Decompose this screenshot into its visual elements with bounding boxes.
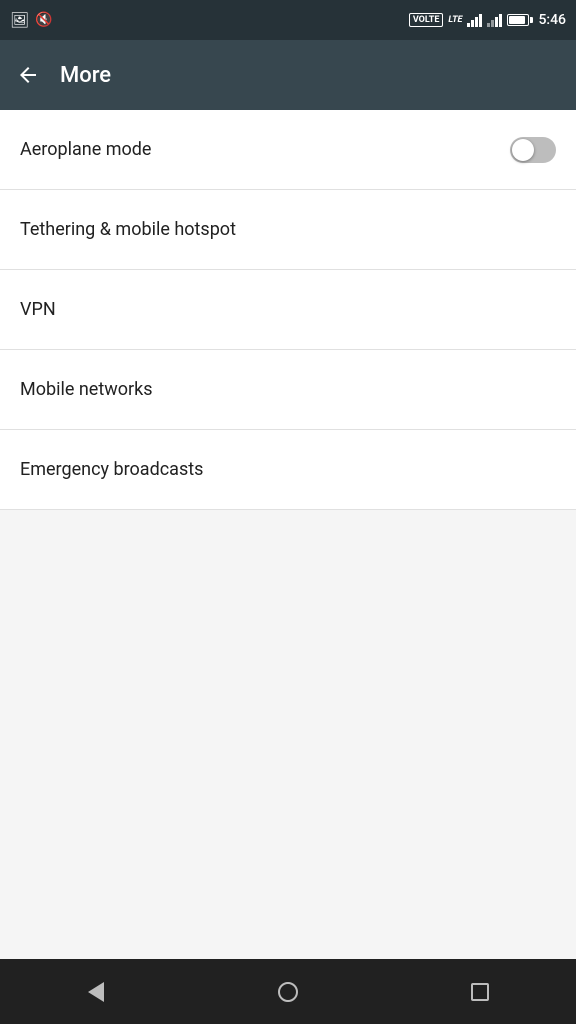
mobile-networks-label: Mobile networks: [20, 379, 153, 400]
status-bar-left: 🖼 🔇: [10, 11, 52, 29]
nav-recents-icon: [471, 983, 489, 1001]
status-bar: 🖼 🔇 VOLTE LTE 5:46: [0, 0, 576, 40]
status-bar-right: VOLTE LTE 5:46: [409, 12, 566, 28]
back-button[interactable]: [16, 63, 40, 87]
tethering-hotspot-item[interactable]: Tethering & mobile hotspot: [0, 190, 576, 270]
status-time: 5:46: [538, 12, 566, 28]
nav-back-button[interactable]: [66, 972, 126, 1012]
nav-recents-button[interactable]: [450, 972, 510, 1012]
vpn-label: VPN: [20, 299, 56, 320]
app-bar-title: More: [60, 63, 111, 88]
volte-badge: VOLTE: [409, 13, 444, 27]
battery-icon: [507, 14, 529, 26]
battery-fill: [509, 16, 524, 24]
nav-home-icon: [278, 982, 298, 1002]
app-bar: More: [0, 40, 576, 110]
aeroplane-mode-toggle[interactable]: [510, 137, 556, 163]
signal-bars-2: [487, 13, 502, 27]
mute-icon: 🔇: [35, 12, 52, 28]
aeroplane-mode-label: Aeroplane mode: [20, 139, 151, 160]
emergency-broadcasts-label: Emergency broadcasts: [20, 459, 203, 480]
settings-content: Aeroplane mode Tethering & mobile hotspo…: [0, 110, 576, 959]
toggle-knob: [512, 139, 534, 161]
bottom-nav: [0, 959, 576, 1024]
vpn-item[interactable]: VPN: [0, 270, 576, 350]
aeroplane-mode-item[interactable]: Aeroplane mode: [0, 110, 576, 190]
settings-list: Aeroplane mode Tethering & mobile hotspo…: [0, 110, 576, 510]
emergency-broadcasts-item[interactable]: Emergency broadcasts: [0, 430, 576, 510]
lte-icon: LTE: [448, 15, 462, 25]
signal-bars-1: [467, 13, 482, 27]
mobile-networks-item[interactable]: Mobile networks: [0, 350, 576, 430]
tethering-hotspot-label: Tethering & mobile hotspot: [20, 219, 236, 240]
photo-icon: 🖼: [10, 11, 29, 29]
nav-back-icon: [88, 982, 104, 1002]
nav-home-button[interactable]: [258, 972, 318, 1012]
